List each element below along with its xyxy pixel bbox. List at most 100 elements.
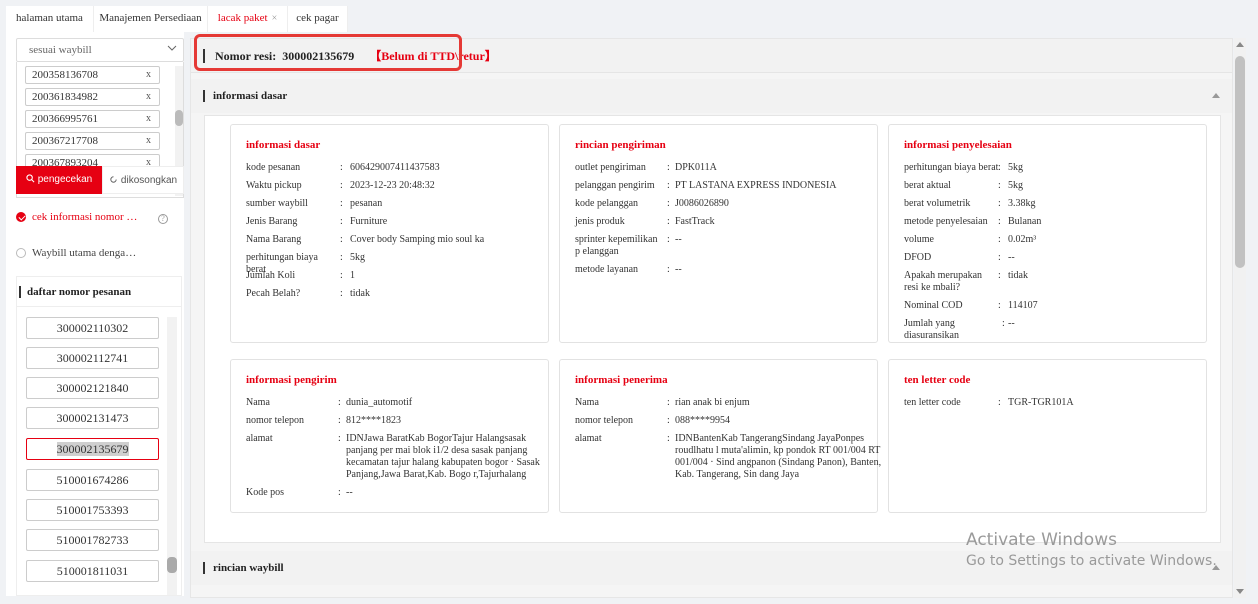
order-item[interactable]: 510001753393 <box>26 499 159 521</box>
option-label: Waybill utama denga… <box>32 247 137 259</box>
field-value: IDNJawa BaratKab BogorTajur Halangsasak … <box>346 433 540 480</box>
option-cek-informasi[interactable]: cek informasi nomor … <box>16 208 137 226</box>
tab-label: cek pagar <box>296 12 339 24</box>
option-waybill-utama[interactable]: Waybill utama denga… <box>16 244 136 262</box>
waybill-tag: 200366995761 x <box>25 110 160 128</box>
field-value: rian anak bi enjum <box>675 397 750 408</box>
section-body-basic: informasi dasar kode pesanan:60642900741… <box>204 115 1221 543</box>
field-value: J0086026890 <box>675 198 729 209</box>
close-tab-icon[interactable]: × <box>272 13 278 24</box>
help-icon[interactable]: ? <box>158 214 168 224</box>
field-label: nomor telepon <box>246 415 305 426</box>
card-title: informasi penerima <box>575 374 668 386</box>
field-label: alamat <box>575 433 602 444</box>
card-settlement-info: informasi penyelesaian perhitungan biaya… <box>888 124 1207 343</box>
search-button[interactable]: pengecekan <box>16 166 102 194</box>
field-value: Cover body Samping mio soul ka <box>350 234 485 245</box>
order-number: 510001782733 <box>56 533 129 547</box>
tab-halaman-utama[interactable]: halaman utama <box>6 6 94 32</box>
scroll-thumb[interactable] <box>175 110 183 126</box>
remove-icon[interactable]: x <box>146 89 151 105</box>
order-item[interactable]: 510001782733 <box>26 529 159 551</box>
field-label: perhitungan biaya berat <box>904 162 999 173</box>
order-number: 300002135679 <box>56 442 129 456</box>
remove-icon[interactable]: x <box>146 133 151 149</box>
section-marker <box>203 90 205 102</box>
field-label: Nama <box>246 397 270 408</box>
order-item[interactable]: 300002131473 <box>26 407 159 429</box>
scroll-up-icon[interactable] <box>1236 42 1244 47</box>
tab-manajemen-persediaan[interactable]: Manajemen Persediaan <box>94 6 208 32</box>
checked-radio-icon <box>16 212 26 223</box>
field-value: tidak <box>350 288 370 299</box>
field-value: -- <box>1008 252 1015 263</box>
field-label: Waktu pickup <box>246 180 302 191</box>
watermark-subtitle: Go to Settings to activate Windows. <box>966 553 1217 569</box>
waybill-tag: 200361834982 x <box>25 88 160 106</box>
waybill-value: 200367217708 <box>32 135 98 147</box>
tab-bar: halaman utama Manajemen Persediaan lacak… <box>0 0 1258 32</box>
section-header-basic[interactable]: informasi dasar <box>191 79 1232 113</box>
tab-label: lacak paket <box>217 12 268 24</box>
main-scrollbar[interactable] <box>1234 38 1246 598</box>
tab-lacak-paket[interactable]: lacak paket × <box>208 6 288 32</box>
field-value: 1 <box>350 270 355 281</box>
search-type-select[interactable]: sesuai waybill <box>16 38 184 62</box>
field-label: Apakah merupakan resi ke mbali? <box>904 270 983 293</box>
search-button-label: pengecekan <box>37 174 93 185</box>
order-number: 510001753393 <box>56 503 129 517</box>
field-label: sprinter kepemilikan p elanggan <box>575 234 658 257</box>
order-item[interactable]: 510001674286 <box>26 469 159 491</box>
order-item-selected[interactable]: 300002135679 <box>26 438 159 460</box>
remove-icon[interactable]: x <box>146 67 151 83</box>
field-label: kode pesanan <box>246 162 301 173</box>
tab-label: halaman utama <box>16 12 83 24</box>
collapse-icon[interactable] <box>1212 93 1220 98</box>
search-sidebar: sesuai waybill 200358136708 x 20036183498… <box>6 32 184 596</box>
field-value: dunia_automotif <box>346 397 413 408</box>
section-title: informasi dasar <box>213 90 288 102</box>
waybill-value: 200361834982 <box>32 91 98 103</box>
order-item[interactable]: 510001811031 <box>26 560 159 582</box>
field-value: -- <box>675 234 682 245</box>
order-item[interactable]: 300002121840 <box>26 377 159 399</box>
field-value: 0.02m³ <box>1008 234 1037 245</box>
remove-icon[interactable]: x <box>146 111 151 127</box>
detail-panel: Nomor resi: 300002135679 【Belum di TTD\r… <box>190 38 1233 598</box>
card-title: ten letter code <box>904 374 971 386</box>
field-label: Jumlah yang diasuransikan <box>904 318 959 341</box>
scroll-thumb[interactable] <box>167 557 177 573</box>
field-value: 812****1823 <box>346 415 401 426</box>
waybill-value: 200366995761 <box>32 113 98 125</box>
section-title: rincian waybill <box>213 562 284 574</box>
field-value: TGR-TGR101A <box>1008 397 1074 408</box>
field-label: berat aktual <box>904 180 951 191</box>
field-label: outlet pengiriman <box>575 162 646 173</box>
field-label: sumber waybill <box>246 198 308 209</box>
search-icon <box>26 174 35 183</box>
scroll-down-icon[interactable] <box>1236 589 1244 594</box>
field-label: Nama Barang <box>246 234 302 245</box>
order-number: 300002110302 <box>56 321 129 335</box>
card-title: informasi dasar <box>246 139 321 151</box>
order-item[interactable]: 300002112741 <box>26 347 159 369</box>
order-list-panel: daftar nomor pesanan 300002110302 300002… <box>16 276 182 596</box>
field-label: alamat <box>246 433 273 444</box>
field-value: -- <box>1008 318 1015 329</box>
clear-button[interactable]: dikosongkan <box>102 166 184 194</box>
card-receiver-info: informasi penerima Nama: rian anak bi enj… <box>559 359 881 513</box>
scroll-thumb[interactable] <box>1235 56 1245 268</box>
tab-cek-pagar[interactable]: cek pagar <box>288 6 348 32</box>
field-label: Pecah Belah? <box>246 288 301 299</box>
field-label: volume <box>904 234 934 245</box>
option-label: cek informasi nomor … <box>32 211 138 223</box>
field-label: metode penyelesaian <box>904 216 988 227</box>
order-item[interactable]: 300002110302 <box>26 317 159 339</box>
field-value: Bulanan <box>1008 216 1042 227</box>
field-label: metode layanan <box>575 264 639 275</box>
field-label: Nominal COD <box>904 300 963 311</box>
order-list-title: daftar nomor pesanan <box>17 277 181 307</box>
field-value: 606429007411437583 <box>350 162 440 173</box>
card-title: informasi penyelesaian <box>904 139 1012 151</box>
order-list-scrollbar[interactable] <box>167 317 177 595</box>
